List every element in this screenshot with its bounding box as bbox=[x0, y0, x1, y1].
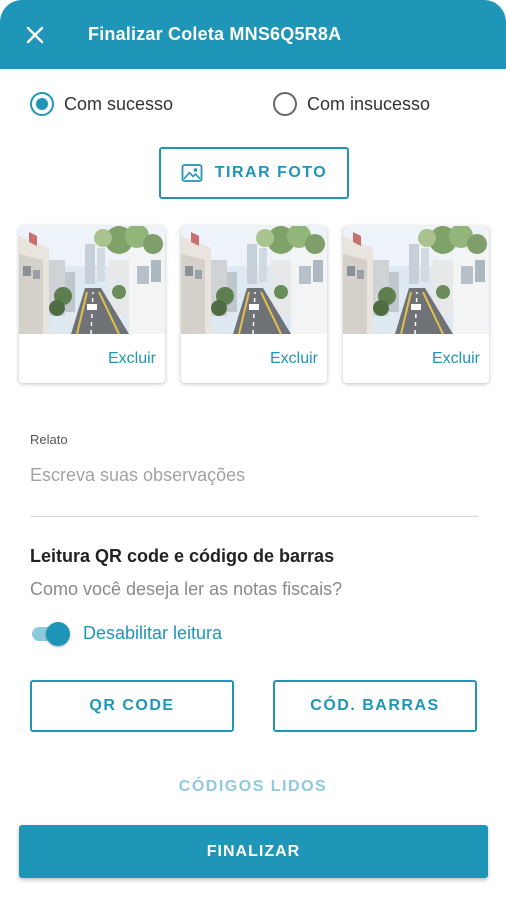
disable-reading-toggle[interactable] bbox=[30, 620, 70, 646]
disable-reading-toggle-row[interactable]: Desabilitar leitura bbox=[30, 620, 222, 646]
report-input[interactable] bbox=[30, 460, 476, 490]
delete-photo-button[interactable]: Excluir bbox=[270, 350, 318, 368]
photo-thumbnail bbox=[343, 226, 489, 334]
close-icon bbox=[26, 26, 44, 43]
delete-photo-button[interactable]: Excluir bbox=[108, 350, 156, 368]
codes-read-button[interactable]: CÓDIGOS LIDOS bbox=[0, 778, 506, 796]
radio-com-sucesso[interactable]: Com sucesso bbox=[30, 92, 173, 116]
photo-card: Excluir bbox=[343, 226, 489, 383]
qr-code-button[interactable]: QR CODE bbox=[30, 680, 234, 732]
status-radio-group: Com sucesso Com insucesso bbox=[30, 92, 480, 124]
finalize-button[interactable]: FINALIZAR bbox=[19, 825, 488, 878]
take-photo-label: TIRAR FOTO bbox=[214, 164, 328, 181]
barcode-button[interactable]: CÓD. BARRAS bbox=[273, 680, 477, 732]
radio-checked-icon bbox=[30, 92, 54, 116]
page-title: Finalizar Coleta MNS6Q5R8A bbox=[88, 24, 342, 44]
radio-unchecked-icon bbox=[273, 92, 297, 116]
photo-thumbnail bbox=[181, 226, 327, 334]
photo-thumbnail bbox=[19, 226, 165, 334]
reader-section-title: Leitura QR code e código de barras bbox=[30, 546, 335, 566]
radio-label-success: Com sucesso bbox=[64, 93, 174, 114]
toggle-label: Desabilitar leitura bbox=[83, 622, 223, 643]
radio-com-insucesso[interactable]: Com insucesso bbox=[273, 92, 430, 116]
report-underline bbox=[30, 516, 478, 517]
photo-card: Excluir bbox=[19, 226, 165, 383]
take-photo-button[interactable]: TIRAR FOTO bbox=[159, 147, 349, 199]
photo-card: Excluir bbox=[181, 226, 327, 383]
delete-photo-button[interactable]: Excluir bbox=[432, 350, 480, 368]
radio-label-failure: Com insucesso bbox=[307, 93, 431, 114]
close-button[interactable] bbox=[0, 0, 70, 69]
image-icon bbox=[181, 163, 203, 183]
app-header: Finalizar Coleta MNS6Q5R8A bbox=[0, 0, 506, 69]
toggle-thumb bbox=[46, 622, 70, 646]
reader-section-subtitle: Como você deseja ler as notas fiscais? bbox=[30, 579, 343, 599]
report-label: Relato bbox=[30, 432, 68, 447]
